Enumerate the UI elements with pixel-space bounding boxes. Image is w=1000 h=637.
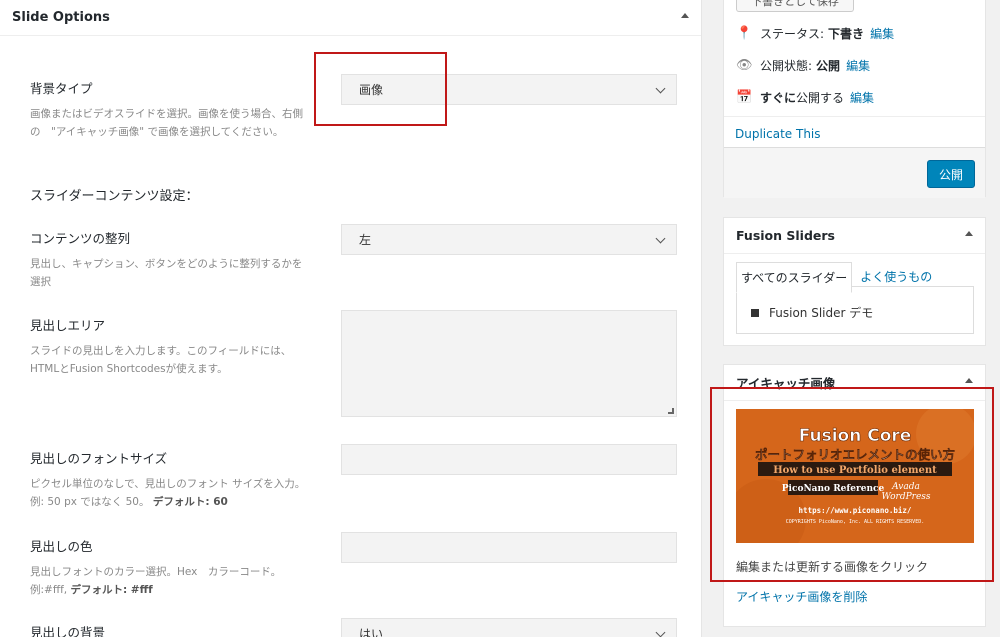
heading-color-input[interactable] [341, 532, 677, 563]
heading-color-row: 見出しの色 見出しフォントのカラー選択。Hex カラーコード。例:#fff, デ… [30, 532, 680, 599]
featured-image-thumbnail[interactable]: Fusion Core ポートフォリオエレメントの使い方 How to use … [736, 409, 974, 543]
featured-image-box: アイキャッチ画像 Fusion Core ポートフォリオエレメントの使い方 Ho… [723, 364, 986, 627]
click-to-edit-text: 編集または更新する画像をクリック [736, 560, 929, 574]
default-value: デフォルト: 60 [152, 496, 228, 508]
alignment-select[interactable]: 左 [341, 224, 677, 255]
calendar-icon: 📅 [736, 90, 753, 105]
image-line6: https://www.piconano.biz/ [799, 506, 912, 515]
chevron-down-icon [655, 627, 666, 637]
duplicate-link[interactable]: Duplicate This [735, 127, 821, 141]
publish-box: 下書きとして保存 📍 ステータス: 下書き 編集 👁 公開状態: 公開 編集 📅… [723, 0, 986, 198]
metabox-header[interactable]: Slide Options [0, 0, 701, 36]
edit-status-link[interactable]: 編集 [870, 25, 894, 42]
pin-icon: 📍 [736, 26, 753, 41]
featured-image-title: アイキャッチ画像 [736, 376, 836, 391]
heading-area-textarea[interactable] [341, 310, 677, 417]
heading-area-row: 見出しエリア スライドの見出しを入力します。このフィールドには、HTMLとFus… [30, 310, 680, 417]
list-item[interactable]: Fusion Slider デモ [751, 304, 873, 321]
heading-font-size-row: 見出しのフォントサイズ ピクセル単位のなしで、見出しのフォント サイズを入力。例… [30, 444, 680, 511]
tab-all-sliders[interactable]: すべてのスライダー [736, 262, 853, 293]
chevron-down-icon [655, 233, 666, 244]
image-line4: PicoNano Reference [782, 484, 885, 494]
collapse-arrow-icon[interactable] [965, 378, 973, 383]
heading-font-size-input[interactable] [341, 444, 677, 475]
alignment-row: コンテンツの整列 見出し、キャプション、ボタンをどのように整列するかを選択 左 [30, 224, 680, 291]
publish-actions: 公開 [724, 147, 985, 198]
section-heading: スライダーコンテンツ設定： [30, 189, 199, 204]
image-line3: How to use Portfolio element [773, 465, 937, 476]
collapse-arrow-icon[interactable] [965, 231, 973, 236]
edit-visibility-link[interactable]: 編集 [846, 57, 870, 74]
image-line2: ポートフォリオエレメントの使い方 [755, 447, 955, 462]
status-line: 📍 ステータス: 下書き 編集 [736, 25, 895, 42]
slider-list: Fusion Slider デモ [736, 286, 974, 334]
featured-image-header[interactable]: アイキャッチ画像 [724, 365, 985, 401]
chevron-down-icon [655, 83, 666, 94]
alignment-desc: 見出し、キャプション、ボタンをどのように整列するかを選択 [30, 258, 303, 288]
heading-bg-row: 見出しの背景 はい [30, 618, 680, 637]
remove-featured-image-link[interactable]: アイキャッチ画像を削除 [736, 588, 867, 605]
visibility-line: 👁 公開状態: 公開 編集 [736, 57, 871, 74]
fusion-sliders-header[interactable]: Fusion Sliders [724, 218, 985, 254]
publish-button[interactable]: 公開 [927, 160, 975, 188]
schedule-line: 📅 すぐに 公開する 編集 [736, 89, 875, 106]
thumbnail-graphic: Fusion Core ポートフォリオエレメントの使い方 How to use … [736, 409, 974, 543]
image-line5a: Avada [891, 482, 920, 492]
heading-area-desc: スライドの見出しを入力します。このフィールドには、HTMLとFusion Sho… [30, 345, 292, 375]
resize-handle-icon[interactable] [668, 408, 674, 414]
bg-type-select[interactable]: 画像 [341, 74, 677, 105]
heading-font-size-desc: ピクセル単位のなしで、見出しのフォント サイズを入力。例: 50 px ではなく… [30, 478, 306, 508]
save-draft-button[interactable]: 下書きとして保存 [736, 0, 854, 12]
edit-schedule-link[interactable]: 編集 [850, 89, 874, 106]
metabox-title: Slide Options [12, 10, 110, 25]
slide-options-metabox: Slide Options 背景タイプ 画像またはビデオスライドを選択。画像を使… [0, 0, 702, 637]
heading-color-desc: 見出しフォントのカラー選択。Hex カラーコード。例:#fff, デフォルト: … [30, 566, 282, 596]
checkbox[interactable] [751, 308, 759, 317]
image-line7: COPYRIGHTS PicoNano, Inc. ALL RIGHTS RES… [786, 519, 924, 525]
eye-icon: 👁 [736, 58, 753, 73]
collapse-arrow-icon[interactable] [681, 13, 689, 18]
heading-bg-select[interactable]: はい [341, 618, 677, 637]
image-line5b: WordPress [881, 492, 930, 502]
bg-type-desc: 画像またはビデオスライドを選択。画像を使う場合、右側の "アイキャッチ画像" で… [30, 108, 303, 138]
default-value: デフォルト: #fff [70, 584, 153, 596]
fusion-sliders-box: Fusion Sliders すべてのスライダー よく使うもの Fusion S… [723, 217, 986, 346]
bg-type-row: 背景タイプ 画像またはビデオスライドを選択。画像を使う場合、右側の "アイキャッ… [30, 74, 680, 141]
image-line1: Fusion Core [799, 426, 912, 446]
fusion-sliders-title: Fusion Sliders [736, 228, 835, 243]
divider [724, 116, 985, 117]
